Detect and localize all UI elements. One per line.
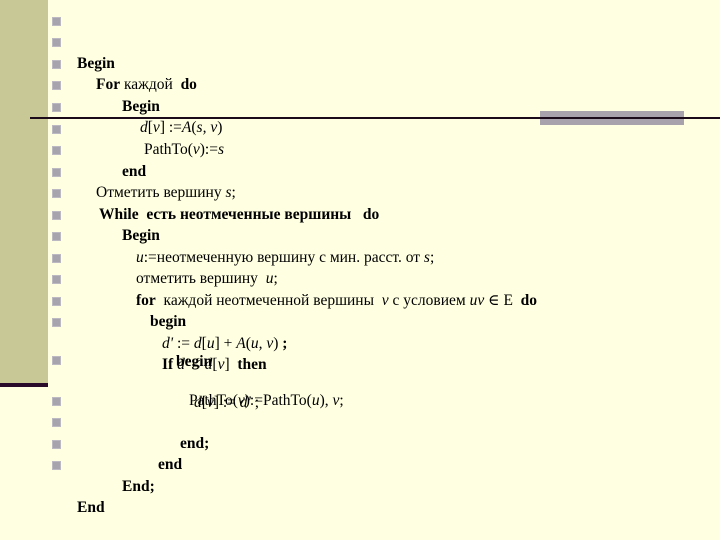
code-var: s, v <box>196 119 218 136</box>
square-bullet-icon <box>52 440 61 449</box>
keyword: for <box>136 292 156 309</box>
code-var: v <box>237 392 245 409</box>
square-bullet-icon <box>52 103 61 112</box>
code-line: Begin <box>0 11 115 72</box>
code-text: ; <box>339 392 344 409</box>
code-text: каждой неотмеченной вершины <box>155 292 382 309</box>
code-line: Отметить вершину s; <box>0 140 236 201</box>
code-text: ) <box>217 119 223 136</box>
code-var: A <box>181 119 192 136</box>
keyword: end <box>122 163 147 180</box>
code-line: d[v] := d' ; <box>0 350 259 411</box>
code-var: s <box>217 141 225 158</box>
code-var: d <box>140 119 148 136</box>
keyword: end <box>158 456 183 473</box>
square-bullet-icon <box>52 189 61 198</box>
code-line: end; <box>0 391 209 452</box>
code-var: v <box>152 119 160 136</box>
code-var: v <box>192 141 200 158</box>
square-bullet-icon <box>52 254 61 263</box>
keyword: If <box>162 356 178 373</box>
code-text: ):=PathTo( <box>244 392 312 409</box>
keyword: end; <box>180 435 210 452</box>
code-text: ] <box>224 356 238 373</box>
code-text: ), <box>319 392 333 409</box>
code-line: отметить вершину u; <box>0 226 278 287</box>
square-bullet-icon <box>52 318 61 327</box>
square-bullet-icon <box>52 168 61 177</box>
keyword: do <box>520 292 538 309</box>
code-text: := <box>173 335 194 352</box>
code-line: PathTo(v):=PathTo(u), v; <box>0 369 344 409</box>
code-var: u, v <box>250 335 274 352</box>
code-line: End <box>0 455 105 516</box>
code-text: ∈ E <box>484 292 521 309</box>
square-bullet-icon <box>52 232 61 241</box>
keyword: ; <box>282 335 288 352</box>
keyword: For <box>96 76 121 93</box>
square-bullet-icon <box>52 275 61 284</box>
square-bullet-icon <box>52 297 61 306</box>
code-text: ] + <box>214 335 237 352</box>
code-line: d[v] :=A(s, v) <box>0 75 222 136</box>
keyword: End <box>77 499 105 516</box>
keyword: End; <box>122 478 155 495</box>
code-var: A <box>236 335 246 352</box>
code-text: PathTo( <box>189 392 238 409</box>
keyword: While есть неотмеченные вершины do <box>99 206 380 223</box>
square-bullet-icon <box>52 418 61 427</box>
code-text: с условием <box>388 292 470 309</box>
keyword: do <box>180 76 197 93</box>
code-var: d' <box>162 335 174 352</box>
code-line: Begin <box>0 54 160 115</box>
code-text: :=неотмеченную вершину с мин. расст. от <box>143 249 424 266</box>
keyword: Begin <box>77 55 115 72</box>
square-bullet-icon <box>52 146 61 155</box>
code-text: ; <box>231 184 236 201</box>
code-line: end <box>0 412 182 473</box>
keyword: begin <box>150 313 187 330</box>
code-text: ] := <box>159 119 182 136</box>
code-text: Отметить вершину <box>96 184 226 201</box>
square-bullet-icon <box>52 81 61 90</box>
keyword: Begin <box>122 98 160 115</box>
square-bullet-icon <box>52 60 61 69</box>
code-text: каждой <box>120 76 181 93</box>
code-line: For каждой do <box>0 32 197 93</box>
code-line: PathTo(v):=s <box>0 97 224 158</box>
code-text: ):= <box>199 141 218 158</box>
code-line: While есть неотмеченные вершины do <box>0 162 379 223</box>
square-bullet-icon <box>52 356 61 365</box>
code-var: d <box>193 335 202 352</box>
code-text: ) <box>273 335 283 352</box>
code-text: отметить вершину <box>136 270 266 287</box>
code-var: uv <box>469 292 485 309</box>
code-text: ; <box>273 270 278 287</box>
code-line: End; <box>0 434 155 495</box>
code-text: PathTo( <box>144 141 193 158</box>
code-line: Begin <box>0 183 160 244</box>
code-var: u <box>136 249 144 266</box>
slide-content: Begin For каждой do Begin d[v] :=A(s, v)… <box>0 0 720 540</box>
code-line: d' := d[u] + A(u, v) ; <box>0 291 287 352</box>
keyword: begin <box>176 353 213 370</box>
code-var: v <box>381 292 389 309</box>
code-line: u:=неотмеченную вершину с мин. расст. от… <box>0 205 434 266</box>
square-bullet-icon <box>52 211 61 220</box>
square-bullet-icon <box>52 38 61 47</box>
square-bullet-icon <box>52 125 61 134</box>
code-var: u <box>311 392 320 409</box>
code-text: ; <box>429 249 435 266</box>
square-bullet-icon <box>52 461 61 470</box>
code-line: begin <box>0 330 212 370</box>
square-bullet-icon <box>52 17 61 26</box>
code-line: begin <box>0 269 186 330</box>
keyword: then <box>237 356 267 373</box>
square-bullet-icon <box>52 397 61 406</box>
code-line: for каждой неотмеченной вершины v с усло… <box>0 248 537 309</box>
code-line: end <box>0 119 146 180</box>
keyword: Begin <box>122 227 160 244</box>
code-var: u <box>206 335 215 352</box>
